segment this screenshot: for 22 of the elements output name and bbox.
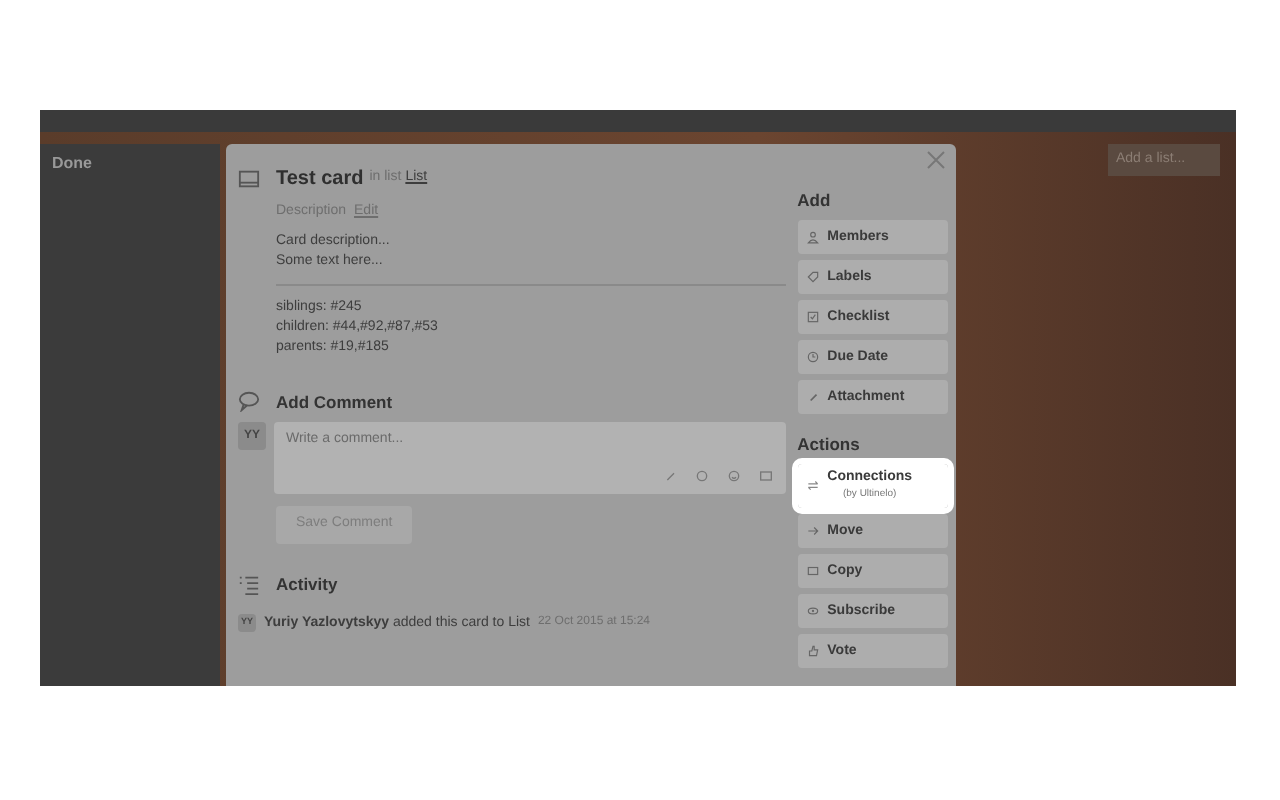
sidebar-heading: Add [797, 188, 833, 214]
card-title: Test card [276, 166, 364, 194]
person-icon [805, 229, 820, 244]
eye-icon [805, 603, 820, 617]
card-icon[interactable] [757, 468, 774, 485]
comment-heading: Add Comment [276, 389, 393, 415]
close-icon[interactable] [926, 150, 946, 170]
activity-heading: Activity [276, 571, 338, 597]
card-icon [238, 168, 260, 190]
mention-icon[interactable] [693, 468, 710, 485]
speech-bubble-icon [238, 390, 260, 413]
arrows-icon [805, 478, 820, 492]
tag-icon [805, 269, 820, 284]
checkbox-icon [805, 309, 820, 324]
arrow-icon [805, 523, 820, 537]
list-title: Done [52, 152, 94, 176]
sidebar-heading: Actions [797, 431, 862, 457]
emoji-icon[interactable] [725, 468, 742, 485]
clock-icon [805, 349, 820, 364]
card-icon [805, 563, 820, 577]
list-icon [238, 573, 260, 596]
thumbs-up-icon [805, 643, 820, 657]
